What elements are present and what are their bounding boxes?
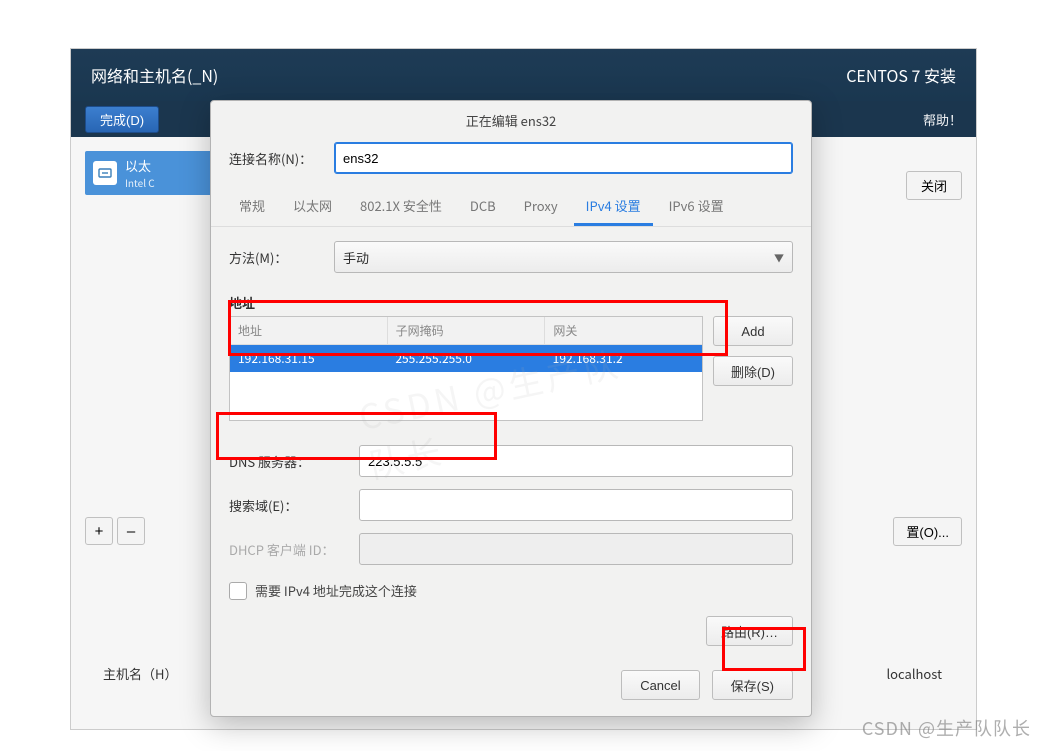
hostname-value: localhost	[886, 664, 942, 683]
require-ipv4-label: 需要 IPv4 地址完成这个连接	[255, 581, 417, 600]
method-label: 方法(M)：	[229, 248, 324, 267]
table-header: 地址 子网掩码 网关	[230, 317, 702, 345]
method-select[interactable]: 手动 ▼	[334, 241, 793, 273]
tab-ipv6[interactable]: IPv6 设置	[657, 188, 736, 226]
save-button[interactable]: 保存(S)	[712, 670, 793, 700]
tab-8021x[interactable]: 802.1X 安全性	[348, 188, 454, 226]
table-row[interactable]: 192.168.31.15 255.255.255.0 192.168.31.2	[230, 345, 702, 372]
product-label: CENTOS 7 安装	[846, 63, 956, 87]
tab-ethernet[interactable]: 以太网	[281, 188, 344, 226]
cell-netmask: 255.255.255.0	[387, 345, 544, 372]
hostname-label: 主机名（H）	[103, 664, 177, 683]
remove-device-button[interactable]: –	[117, 517, 145, 545]
chevron-down-icon: ▼	[774, 250, 784, 265]
method-value: 手动	[343, 248, 369, 267]
device-name: 以太	[125, 156, 151, 175]
tab-dcb[interactable]: DCB	[458, 188, 508, 226]
address-heading: 地址	[211, 279, 811, 316]
delete-address-button[interactable]: 删除(D)	[713, 356, 793, 386]
help-link[interactable]: 帮助！	[923, 110, 962, 129]
dhcp-client-id-input	[359, 533, 793, 565]
footer-watermark: CSDN @生产队队长	[862, 715, 1031, 741]
configure-button[interactable]: 置(O)...	[893, 517, 962, 546]
network-device-text: 以太 Intel C	[125, 156, 155, 190]
tab-bar: 常规 以太网 802.1X 安全性 DCB Proxy IPv4 设置 IPv6…	[211, 180, 811, 227]
tab-general[interactable]: 常规	[227, 188, 277, 226]
connection-name-label: 连接名称(N)：	[229, 149, 324, 168]
col-netmask: 子网掩码	[388, 317, 546, 344]
window-titlebar: 网络和主机名(_N) CENTOS 7 安装	[71, 49, 976, 101]
table-blank-area	[230, 372, 702, 420]
dialog-title: 正在编辑 ens32	[211, 101, 811, 136]
search-domain-input[interactable]	[359, 489, 793, 521]
tab-ipv4[interactable]: IPv4 设置	[574, 188, 653, 226]
connection-name-input[interactable]	[334, 142, 793, 174]
require-ipv4-checkbox[interactable]	[229, 582, 247, 600]
cell-gateway: 192.168.31.2	[545, 345, 702, 372]
tab-proxy[interactable]: Proxy	[512, 188, 570, 226]
dns-label: DNS 服务器：	[229, 452, 349, 471]
col-address: 地址	[230, 317, 388, 344]
done-button[interactable]: 完成(D)	[85, 106, 159, 133]
cell-address: 192.168.31.15	[230, 345, 387, 372]
dns-input[interactable]	[359, 445, 793, 477]
page-title: 网络和主机名(_N)	[91, 63, 218, 87]
add-device-button[interactable]: +	[85, 517, 113, 545]
search-domain-label: 搜索域(E)：	[229, 496, 349, 515]
close-button[interactable]: 关闭	[906, 171, 962, 200]
device-vendor: Intel C	[125, 175, 155, 190]
address-table[interactable]: 地址 子网掩码 网关 192.168.31.15 255.255.255.0 1…	[229, 316, 703, 421]
add-address-button[interactable]: Add	[713, 316, 793, 346]
edit-connection-dialog: 正在编辑 ens32 连接名称(N)： 常规 以太网 802.1X 安全性 DC…	[210, 100, 812, 717]
routes-button[interactable]: 路由(R)…	[706, 616, 793, 646]
col-gateway: 网关	[545, 317, 702, 344]
ethernet-icon	[93, 161, 117, 185]
dhcp-client-id-label: DHCP 客户端 ID：	[229, 540, 349, 559]
cancel-button[interactable]: Cancel	[621, 670, 699, 700]
